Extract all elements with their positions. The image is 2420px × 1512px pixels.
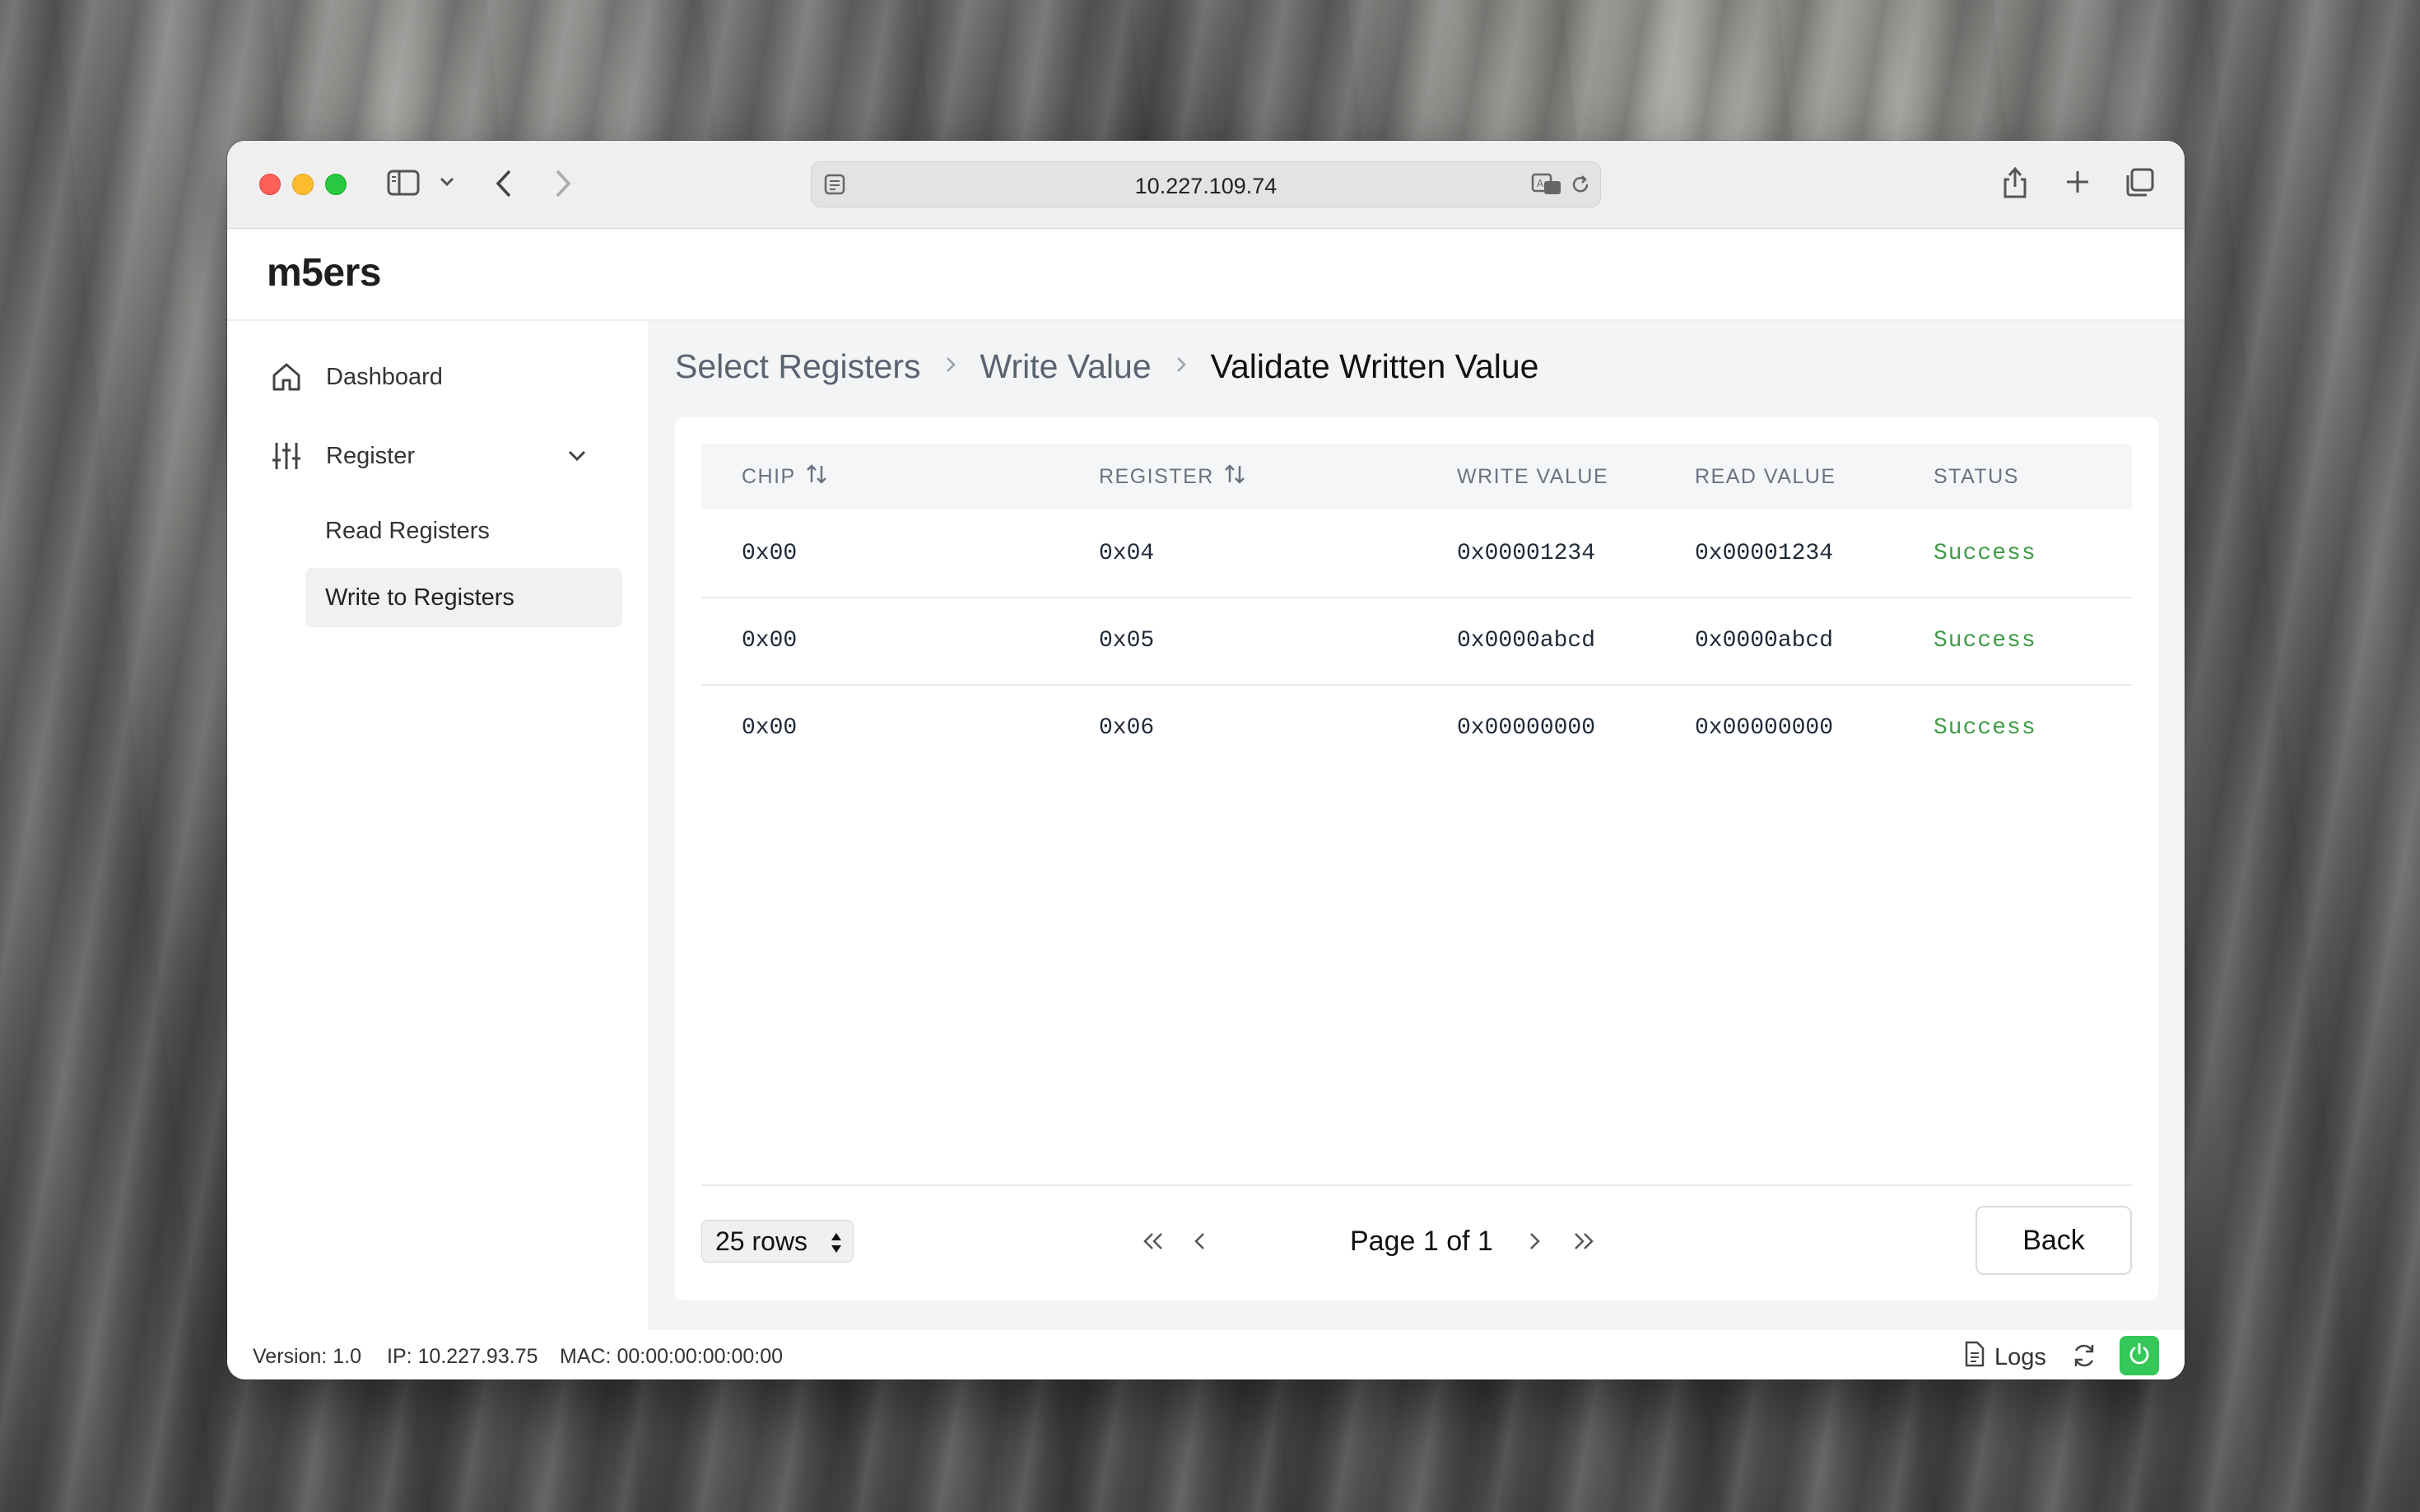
last-page-icon[interactable] xyxy=(1571,1220,1596,1263)
page-indicator: Page 1 of 1 xyxy=(1350,1225,1493,1257)
column-header-status: STATUS xyxy=(1934,464,2019,488)
cell-status: Success xyxy=(1934,540,2036,566)
column-header-write-value: WRITE VALUE xyxy=(1457,464,1609,488)
svg-text:A: A xyxy=(1537,178,1544,189)
browser-window: 10.227.109.74 A m5ers Dashboard Register… xyxy=(227,141,2185,1379)
sort-icon[interactable] xyxy=(1214,463,1247,491)
zoom-window-button[interactable] xyxy=(325,174,347,195)
chevron-right-icon xyxy=(944,353,957,381)
new-tab-icon[interactable] xyxy=(2064,169,2091,195)
reload-icon[interactable] xyxy=(1569,173,1592,200)
cell-write-value: 0x00001234 xyxy=(1457,540,1596,566)
breadcrumb: Select Registers Write Value Validate Wr… xyxy=(675,347,1538,386)
cell-chip: 0x00 xyxy=(742,714,798,741)
version-text: Version: 1.0 xyxy=(253,1345,362,1368)
cell-status: Success xyxy=(1934,714,2036,741)
cell-register: 0x04 xyxy=(1099,540,1155,566)
sidebar-item-dashboard-label: Dashboard xyxy=(326,363,443,390)
sidebar-item-write-to-registers[interactable]: Write to Registers xyxy=(305,568,622,627)
document-icon xyxy=(1963,1341,1986,1374)
previous-page-icon[interactable] xyxy=(1192,1220,1208,1263)
cell-register: 0x06 xyxy=(1099,714,1155,741)
chevron-right-icon xyxy=(1175,353,1188,381)
cell-chip: 0x00 xyxy=(742,540,798,566)
logs-button[interactable]: Logs xyxy=(1963,1341,2046,1374)
power-button[interactable] xyxy=(2120,1336,2159,1375)
close-window-button[interactable] xyxy=(259,174,281,195)
cell-write-value: 0x0000abcd xyxy=(1457,627,1596,654)
back-button[interactable]: Back xyxy=(1976,1206,2132,1275)
cell-read-value: 0x00001234 xyxy=(1695,540,1834,566)
cell-read-value: 0x0000abcd xyxy=(1695,627,1834,654)
rows-per-page-select[interactable]: 25 rows xyxy=(701,1220,854,1263)
cell-chip: 0x00 xyxy=(742,627,798,654)
mac-text: MAC: 00:00:00:00:00:00 xyxy=(560,1345,784,1368)
status-bar: Version: 1.0 IP: 10.227.93.75 MAC: 00:00… xyxy=(227,1330,2185,1379)
home-icon xyxy=(270,361,303,393)
table-row: 0x00 0x04 0x00001234 0x00001234 Success xyxy=(701,509,2132,598)
sort-icon[interactable] xyxy=(796,463,829,491)
cell-status: Success xyxy=(1934,627,2036,654)
forward-arrow-icon[interactable] xyxy=(554,169,572,198)
first-page-icon[interactable] xyxy=(1141,1220,1166,1263)
column-header-chip[interactable]: CHIP xyxy=(742,444,829,509)
power-icon xyxy=(2127,1342,2152,1370)
next-page-icon[interactable] xyxy=(1526,1220,1543,1263)
results-card: CHIP REGISTER WRITE VALUE READ VALUE STA… xyxy=(675,417,2158,1300)
tab-overview-icon[interactable] xyxy=(2124,167,2155,198)
minimize-window-button[interactable] xyxy=(292,174,314,195)
breadcrumb-validate-written-value: Validate Written Value xyxy=(1210,347,1539,385)
breadcrumb-select-registers[interactable]: Select Registers xyxy=(675,347,921,386)
ip-text: IP: 10.227.93.75 xyxy=(387,1345,538,1368)
updown-arrows-icon xyxy=(830,1231,843,1261)
browser-toolbar: 10.227.109.74 A xyxy=(227,141,2185,229)
breadcrumb-write-value[interactable]: Write Value xyxy=(980,347,1152,386)
column-header-register[interactable]: REGISTER xyxy=(1099,444,1247,509)
address-bar[interactable]: 10.227.109.74 A xyxy=(811,161,1601,207)
cell-register: 0x05 xyxy=(1099,627,1155,654)
sidebar-item-dashboard[interactable]: Dashboard xyxy=(270,352,443,402)
share-icon[interactable] xyxy=(2001,165,2029,200)
chevron-down-icon[interactable] xyxy=(439,176,455,188)
sidebar-item-read-registers[interactable]: Read Registers xyxy=(305,501,622,561)
refresh-icon[interactable] xyxy=(2070,1342,2098,1374)
sidebar-toggle-icon[interactable] xyxy=(387,170,420,196)
table-row: 0x00 0x06 0x00000000 0x00000000 Success xyxy=(701,684,2132,771)
table-footer-divider xyxy=(701,1184,2132,1186)
brand-logo-text: m5ers xyxy=(267,251,381,295)
logs-label: Logs xyxy=(1994,1343,2046,1370)
table-row: 0x00 0x05 0x0000abcd 0x0000abcd Success xyxy=(701,597,2132,686)
sidebar-item-register[interactable]: Register xyxy=(270,431,616,481)
sidebar: Dashboard Register Read Registers Write … xyxy=(227,321,648,1330)
rows-per-page-value: 25 rows xyxy=(715,1226,808,1256)
sidebar-item-register-label: Register xyxy=(326,442,415,469)
url-text: 10.227.109.74 xyxy=(1134,174,1277,198)
translate-icon[interactable]: A xyxy=(1531,173,1562,200)
register-expand-chevron-icon[interactable] xyxy=(567,449,587,467)
main-panel: Select Registers Write Value Validate Wr… xyxy=(648,321,2185,1330)
sliders-icon xyxy=(270,440,303,472)
cell-write-value: 0x00000000 xyxy=(1457,714,1596,741)
table-header: CHIP REGISTER WRITE VALUE READ VALUE STA… xyxy=(701,444,2132,509)
back-arrow-icon[interactable] xyxy=(495,169,513,198)
cell-read-value: 0x00000000 xyxy=(1695,714,1834,741)
app-content: m5ers Dashboard Register Read Registers xyxy=(227,229,2185,1379)
column-header-read-value: READ VALUE xyxy=(1695,464,1836,488)
